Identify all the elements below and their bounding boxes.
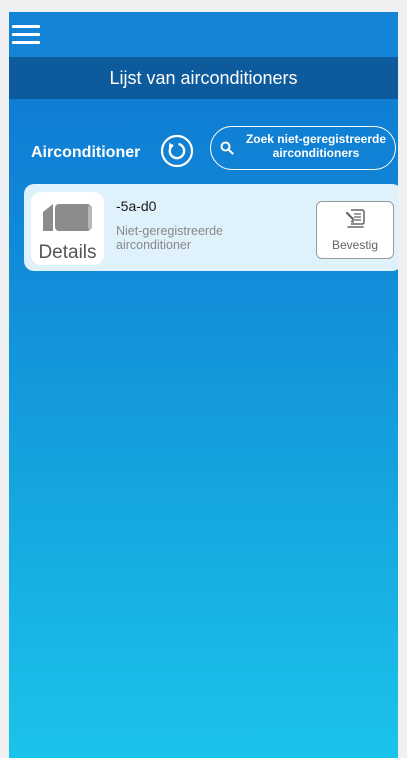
details-button[interactable]: Details [31,192,104,265]
device-status: Niet-geregistreerde airconditioner [116,224,223,252]
hamburger-menu-icon[interactable] [12,24,40,46]
confirm-label: Bevestig [331,238,379,252]
toolbar: Airconditioner Zoek niet-geregistreerde … [9,110,398,172]
search-unregistered-button[interactable]: Zoek niet-geregistreerde airconditioners [210,126,396,170]
top-bar [9,12,398,57]
app-screen: Lijst van airconditioners Airconditioner… [9,12,398,758]
ac-list-item: Details -5a-d0 Niet-geregistreerde airco… [24,184,398,271]
confirm-button[interactable]: Bevestig [316,201,394,259]
details-label: Details [38,242,97,263]
register-document-icon [345,209,365,228]
page-title: Lijst van airconditioners [9,57,398,99]
refresh-icon [160,134,194,168]
section-label: Airconditioner [31,144,141,161]
device-name: -5a-d0 [116,198,157,214]
air-conditioner-icon [43,204,92,231]
search-button-label: Zoek niet-geregistreerde airconditioners [245,132,387,160]
search-icon [220,141,234,155]
refresh-button[interactable] [160,134,194,168]
